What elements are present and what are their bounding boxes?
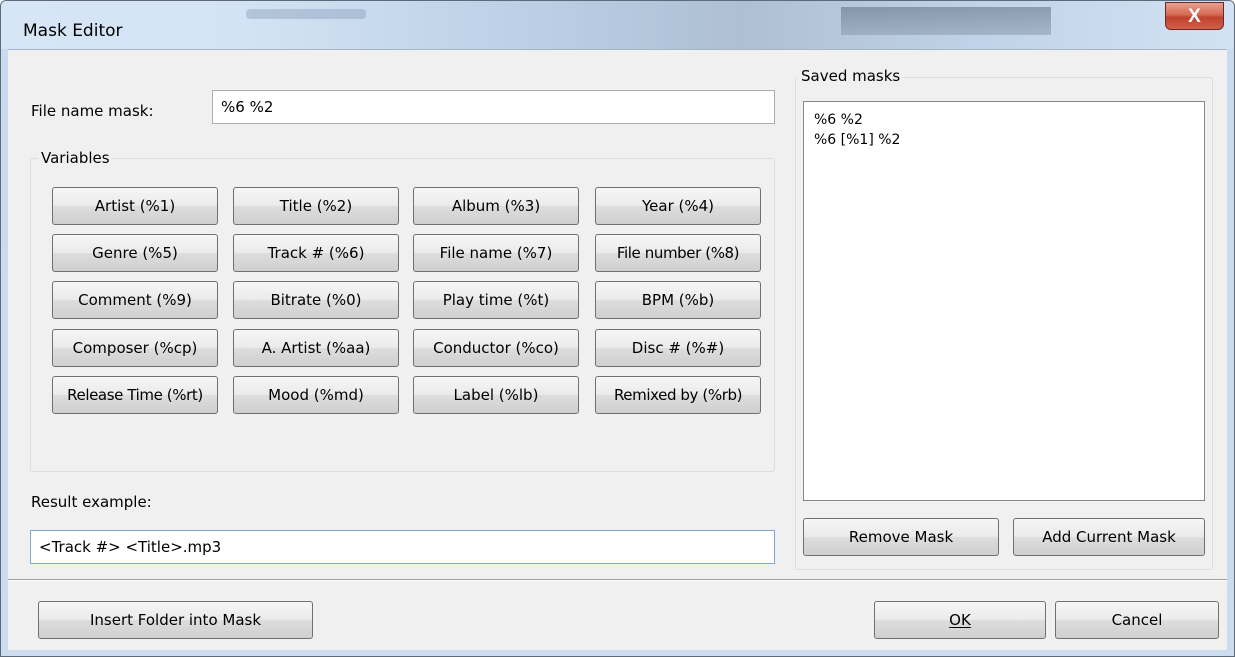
saved-mask-item[interactable]: %6 [%1] %2 bbox=[814, 130, 1204, 150]
footer-separator bbox=[8, 579, 1227, 581]
variable-button[interactable]: Track # (%6) bbox=[233, 234, 399, 272]
cancel-button[interactable]: Cancel bbox=[1055, 601, 1219, 639]
variable-button[interactable]: A. Artist (%aa) bbox=[233, 329, 399, 367]
background-ghost bbox=[246, 9, 366, 19]
variable-button[interactable]: Label (%lb) bbox=[413, 376, 579, 414]
variable-button[interactable]: Composer (%cp) bbox=[52, 329, 218, 367]
saved-masks-legend: Saved masks bbox=[798, 67, 904, 85]
variable-button[interactable]: Release Time (%rt) bbox=[52, 376, 218, 414]
variable-button[interactable]: Disc # (%#) bbox=[595, 329, 761, 367]
variable-button[interactable]: File number (%8) bbox=[595, 234, 761, 272]
cancel-label: Cancel bbox=[1111, 611, 1163, 629]
file-name-mask-input[interactable]: %6 %2 bbox=[212, 90, 775, 124]
window-title: Mask Editor bbox=[23, 21, 123, 41]
variable-button[interactable]: Album (%3) bbox=[413, 187, 579, 225]
variable-button[interactable]: Bitrate (%0) bbox=[233, 281, 399, 319]
result-example-label: Result example: bbox=[31, 493, 152, 511]
title-bar[interactable]: Mask Editor X bbox=[1, 1, 1234, 49]
background-ghost-dark bbox=[841, 7, 1051, 35]
ok-label: OK bbox=[949, 611, 971, 629]
file-name-mask-label: File name mask: bbox=[31, 102, 154, 120]
result-example-field: <Track #> <Title>.mp3 bbox=[30, 530, 775, 564]
variable-button[interactable]: Year (%4) bbox=[595, 187, 761, 225]
variable-button[interactable]: Artist (%1) bbox=[52, 187, 218, 225]
add-current-mask-button[interactable]: Add Current Mask bbox=[1013, 518, 1205, 556]
ok-button[interactable]: OK bbox=[874, 601, 1046, 639]
dialog-client-area: File name mask: %6 %2 Variables Artist (… bbox=[8, 49, 1227, 650]
variables-legend: Variables bbox=[38, 149, 113, 167]
variable-button[interactable]: Comment (%9) bbox=[52, 281, 218, 319]
variable-button[interactable]: Title (%2) bbox=[233, 187, 399, 225]
variable-button[interactable]: BPM (%b) bbox=[595, 281, 761, 319]
close-icon: X bbox=[1188, 6, 1201, 27]
saved-masks-list[interactable]: %6 %2 %6 [%1] %2 bbox=[803, 101, 1205, 501]
close-button[interactable]: X bbox=[1165, 2, 1224, 30]
variable-button[interactable]: Play time (%t) bbox=[413, 281, 579, 319]
mask-editor-window: Mask Editor X File name mask: %6 %2 Vari… bbox=[0, 0, 1235, 657]
remove-mask-button[interactable]: Remove Mask bbox=[803, 518, 999, 556]
insert-folder-button[interactable]: Insert Folder into Mask bbox=[38, 601, 313, 639]
saved-mask-item[interactable]: %6 %2 bbox=[814, 110, 1204, 130]
variable-button[interactable]: Genre (%5) bbox=[52, 234, 218, 272]
variable-button[interactable]: File name (%7) bbox=[413, 234, 579, 272]
variable-button[interactable]: Remixed by (%rb) bbox=[595, 376, 761, 414]
variable-button[interactable]: Conductor (%co) bbox=[413, 329, 579, 367]
variable-button[interactable]: Mood (%md) bbox=[233, 376, 399, 414]
